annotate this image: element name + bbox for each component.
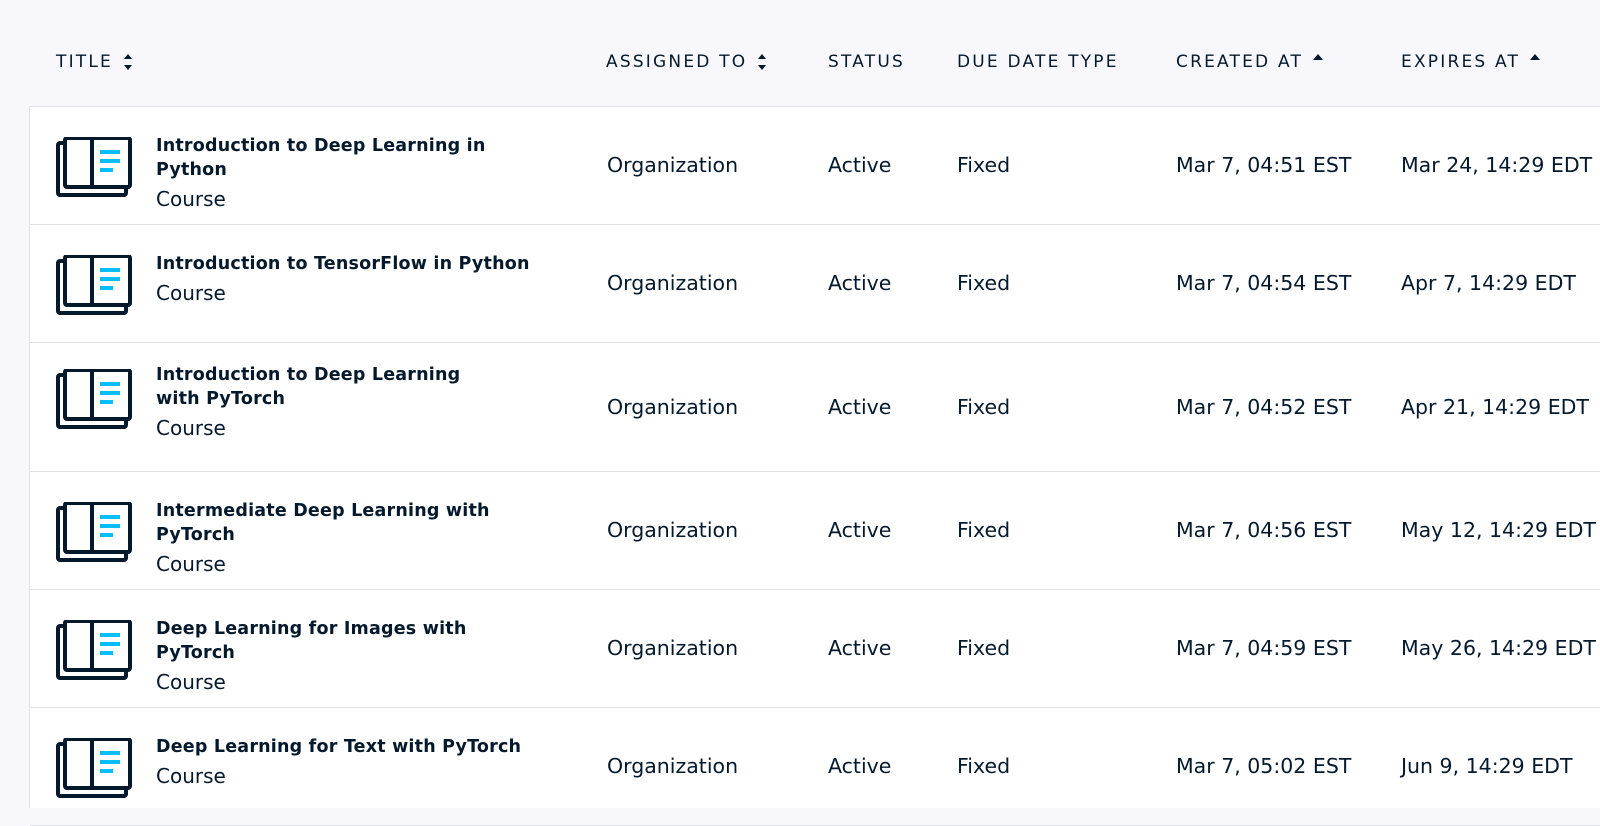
assigned-to-cell: Organization	[607, 271, 739, 295]
content-type-label: Course	[156, 187, 226, 211]
expires-at-cell: May 12, 14:29 EDT	[1401, 518, 1596, 542]
due-date-type-cell: Fixed	[957, 395, 1011, 419]
title-block: Deep Learning for Text with PyTorch Cour…	[156, 735, 536, 791]
table-row[interactable]: Deep Learning for Text with PyTorch Cour…	[30, 708, 1600, 826]
created-at-cell: Mar 7, 04:52 EST	[1176, 395, 1352, 419]
due-date-type-cell: Fixed	[957, 518, 1011, 542]
sort-ascending-icon[interactable]	[1313, 53, 1324, 71]
title-block: Introduction to Deep Learning with PyTor…	[156, 363, 496, 443]
assigned-to-cell: Organization	[607, 518, 739, 542]
course-book-icon	[56, 254, 132, 315]
due-date-type-cell: Fixed	[957, 153, 1011, 177]
table-body: Introduction to Deep Learning in Python …	[29, 106, 1600, 826]
column-header-expires-at-label: EXPIRES AT	[1401, 52, 1521, 72]
title-block: Introduction to Deep Learning in Python …	[156, 134, 536, 214]
column-header-status-label: STATUS	[828, 52, 905, 72]
content-type-label: Course	[156, 552, 226, 576]
content-type-label: Course	[156, 416, 226, 440]
column-header-assigned-to[interactable]: ASSIGNED TO	[606, 52, 767, 72]
course-book-icon	[56, 368, 132, 429]
course-book-icon	[56, 501, 132, 562]
column-header-created-at[interactable]: CREATED AT	[1176, 52, 1324, 72]
expires-at-cell: Mar 24, 14:29 EDT	[1401, 153, 1593, 177]
assigned-to-cell: Organization	[607, 754, 739, 778]
status-cell: Active	[828, 518, 892, 542]
column-header-created-at-label: CREATED AT	[1176, 52, 1304, 72]
course-book-icon	[56, 737, 132, 798]
expires-at-cell: May 26, 14:29 EDT	[1401, 636, 1596, 660]
due-date-type-cell: Fixed	[957, 754, 1011, 778]
sort-ascending-icon[interactable]	[1530, 53, 1541, 71]
course-title-link[interactable]: Introduction to TensorFlow in Python	[156, 252, 536, 276]
table-row[interactable]: Intermediate Deep Learning with PyTorch …	[30, 472, 1600, 590]
status-cell: Active	[828, 636, 892, 660]
created-at-cell: Mar 7, 04:54 EST	[1176, 271, 1352, 295]
content-type-label: Course	[156, 764, 226, 788]
table-row[interactable]: Deep Learning for Images with PyTorch Co…	[30, 590, 1600, 708]
status-cell: Active	[828, 395, 892, 419]
course-title-link[interactable]: Introduction to Deep Learning with PyTor…	[156, 363, 496, 411]
table-row[interactable]: Introduction to Deep Learning with PyTor…	[30, 343, 1600, 472]
table-row[interactable]: Introduction to TensorFlow in Python Cou…	[30, 225, 1600, 343]
table-header: TITLE ASSIGNED TO STATUS DUE DATE TYPE C…	[0, 0, 1600, 106]
course-book-icon	[56, 136, 132, 197]
expires-at-cell: Jun 9, 14:29 EDT	[1401, 754, 1573, 778]
table-row[interactable]: Introduction to Deep Learning in Python …	[30, 107, 1600, 225]
title-block: Deep Learning for Images with PyTorch Co…	[156, 617, 536, 697]
expires-at-cell: Apr 7, 14:29 EDT	[1401, 271, 1576, 295]
status-cell: Active	[828, 153, 892, 177]
course-title-link[interactable]: Deep Learning for Images with PyTorch	[156, 617, 536, 665]
created-at-cell: Mar 7, 04:59 EST	[1176, 636, 1352, 660]
title-block: Introduction to TensorFlow in Python Cou…	[156, 252, 536, 308]
column-header-title[interactable]: TITLE	[56, 52, 133, 72]
status-cell: Active	[828, 271, 892, 295]
course-title-link[interactable]: Introduction to Deep Learning in Python	[156, 134, 536, 182]
column-header-due-date-type[interactable]: DUE DATE TYPE	[957, 52, 1119, 72]
title-block: Intermediate Deep Learning with PyTorch …	[156, 499, 536, 579]
column-header-expires-at[interactable]: EXPIRES AT	[1401, 52, 1541, 72]
assignments-table: TITLE ASSIGNED TO STATUS DUE DATE TYPE C…	[0, 0, 1600, 826]
due-date-type-cell: Fixed	[957, 271, 1011, 295]
content-type-label: Course	[156, 670, 226, 694]
course-book-icon	[56, 619, 132, 680]
column-header-assigned-to-label: ASSIGNED TO	[606, 52, 748, 72]
sort-both-icon[interactable]	[123, 53, 133, 71]
course-title-link[interactable]: Deep Learning for Text with PyTorch	[156, 735, 536, 759]
status-cell: Active	[828, 754, 892, 778]
sort-both-icon[interactable]	[757, 53, 767, 71]
column-header-due-date-type-label: DUE DATE TYPE	[957, 52, 1119, 72]
created-at-cell: Mar 7, 05:02 EST	[1176, 754, 1352, 778]
expires-at-cell: Apr 21, 14:29 EDT	[1401, 395, 1589, 419]
content-type-label: Course	[156, 281, 226, 305]
assigned-to-cell: Organization	[607, 636, 739, 660]
assigned-to-cell: Organization	[607, 153, 739, 177]
created-at-cell: Mar 7, 04:51 EST	[1176, 153, 1352, 177]
course-title-link[interactable]: Intermediate Deep Learning with PyTorch	[156, 499, 536, 547]
assigned-to-cell: Organization	[607, 395, 739, 419]
created-at-cell: Mar 7, 04:56 EST	[1176, 518, 1352, 542]
column-header-status[interactable]: STATUS	[828, 52, 905, 72]
due-date-type-cell: Fixed	[957, 636, 1011, 660]
column-header-title-label: TITLE	[56, 52, 113, 72]
